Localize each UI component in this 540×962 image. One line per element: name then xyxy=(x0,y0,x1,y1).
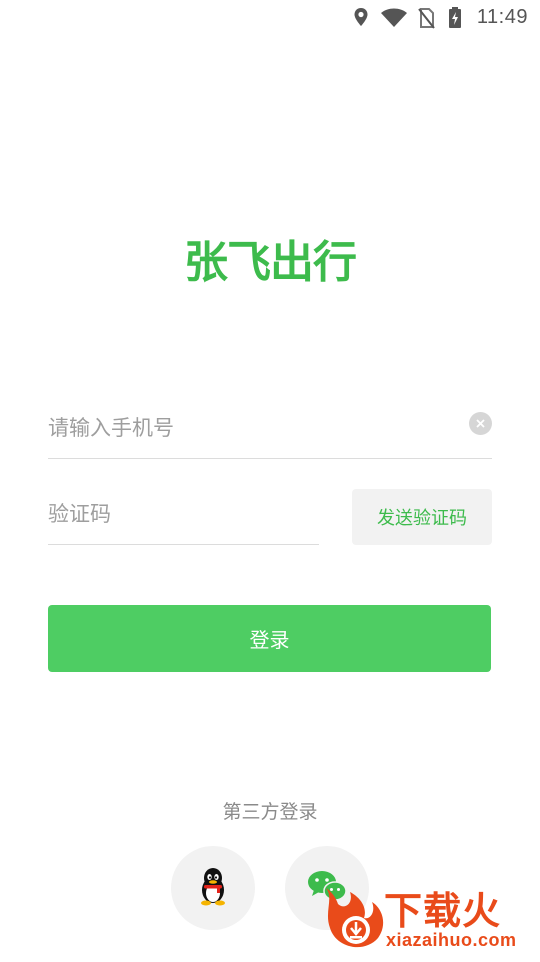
battery-charging-icon xyxy=(448,6,462,34)
status-bar: 11:49 xyxy=(0,0,540,36)
status-time: 11:49 xyxy=(476,6,528,28)
flame-logo-icon xyxy=(320,882,386,962)
wifi-icon xyxy=(380,6,408,34)
qq-icon xyxy=(197,866,229,910)
qq-login-button[interactable] xyxy=(171,846,255,930)
location-icon xyxy=(353,6,369,34)
code-input[interactable] xyxy=(48,496,308,532)
login-button[interactable]: 登录 xyxy=(48,605,491,672)
clear-icon[interactable] xyxy=(469,412,492,435)
phone-field xyxy=(48,404,492,459)
send-code-button[interactable]: 发送验证码 xyxy=(352,489,492,545)
third-party-title: 第三方登录 xyxy=(222,801,318,823)
watermark: 下载火 xiazaihuo.com xyxy=(320,880,540,960)
no-sim-icon xyxy=(417,6,435,34)
watermark-url: xiazaihuo.com xyxy=(386,930,517,950)
code-field xyxy=(48,490,319,545)
app-logo: 张飞出行 xyxy=(184,237,357,288)
phone-input[interactable] xyxy=(48,410,448,446)
watermark-text: 下载火 xyxy=(384,889,502,933)
